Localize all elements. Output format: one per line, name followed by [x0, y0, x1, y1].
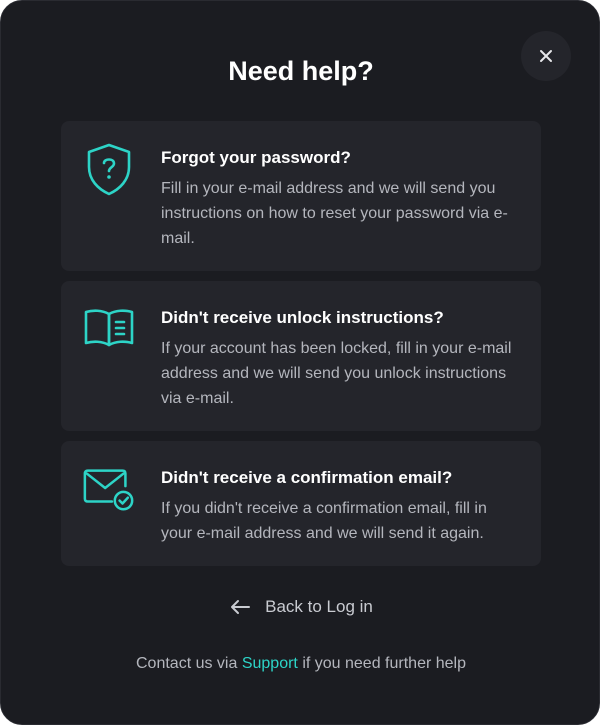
help-dialog: Need help? Forgot your password? Fill in… — [0, 0, 600, 725]
option-description: If your account has been locked, fill in… — [161, 340, 512, 407]
option-description: Fill in your e-mail address and we will … — [161, 180, 508, 247]
mail-check-icon — [81, 461, 137, 517]
contact-text: Contact us via Support if you need furth… — [1, 653, 600, 675]
back-link-label: Back to Log in — [265, 597, 373, 616]
option-title: Didn't receive unlock instructions? — [161, 308, 444, 327]
contact-suffix: if you need further help — [297, 655, 466, 672]
support-link[interactable]: Support — [242, 655, 298, 672]
unlock-instructions-option[interactable]: Didn't receive unlock instructions? If y… — [61, 281, 541, 431]
forgot-password-option[interactable]: Forgot your password? Fill in your e-mai… — [61, 121, 541, 271]
confirmation-email-option[interactable]: Didn't receive a confirmation email? If … — [61, 441, 541, 566]
shield-question-icon — [81, 141, 137, 197]
book-open-icon — [81, 299, 137, 355]
option-title: Forgot your password? — [161, 148, 351, 167]
arrow-left-icon — [231, 600, 251, 614]
option-title: Didn't receive a confirmation email? — [161, 468, 453, 487]
back-to-login-link[interactable]: Back to Log in — [1, 597, 600, 617]
contact-prefix: Contact us via — [136, 655, 242, 672]
option-description: If you didn't receive a confirmation ema… — [161, 500, 487, 542]
dialog-title: Need help? — [228, 56, 374, 86]
